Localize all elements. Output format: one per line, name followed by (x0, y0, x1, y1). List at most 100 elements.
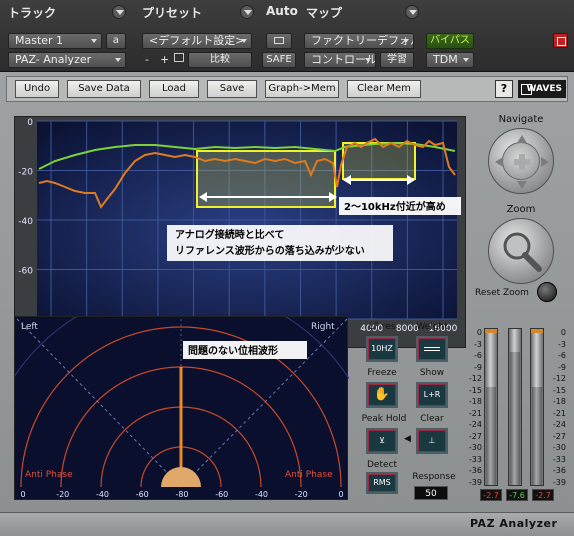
annotation-main-line2: リファレンス波形からの落ち込みが少ない (175, 244, 365, 257)
paz-analyzer-plugin: Undo Save Data Load Save Graph->Mem Clea… (0, 72, 574, 536)
meter-right-readout: -2.7 (532, 489, 554, 501)
response-label: Response (412, 472, 456, 482)
zoom-knob[interactable] (488, 218, 554, 284)
detect-button[interactable]: RMS (366, 472, 398, 494)
chevron-down-icon (91, 39, 97, 43)
meter-left-fill (486, 386, 496, 485)
meter-scale-tick: -27 (468, 431, 482, 441)
flat-line-icon (424, 346, 440, 351)
compare-button[interactable]: 比較 (188, 52, 252, 68)
phase-x-tick: -60 (215, 490, 228, 499)
meter-scale-left: 0 -3 -6 -9 -12 -15 -18 -21 -24 -27 -30 -33 -36 -39 (464, 328, 482, 487)
phase-x-tick: -20 (295, 490, 308, 499)
reset-zoom-label: Reset Zoom (475, 288, 529, 298)
phase-x-tick: -40 (96, 490, 109, 499)
meter-scale-tick: -33 (468, 454, 482, 464)
meter-scale-tick: -12 (468, 374, 482, 384)
lf-res-button[interactable]: 10HZ (366, 336, 398, 362)
y-tick-label: 0 (27, 118, 33, 128)
meter-scale-tick: 0 (476, 328, 482, 337)
clear-icon: ⊥ (428, 436, 436, 445)
graph-to-mem-button[interactable]: Graph->Mem (265, 80, 339, 98)
undo-button[interactable]: Undo (15, 80, 59, 98)
phase-scope[interactable]: Left Right Anti Phase Anti Phase 0 -20 -40… (14, 316, 349, 500)
factory-default-select[interactable]: ファクトリーデフォルト (304, 33, 414, 49)
meter-left-peak (485, 329, 497, 333)
spectrum-graph[interactable]: 0-20-40-60-80 81631621252505001000200040… (14, 116, 466, 348)
preset-minus-button[interactable]: - (145, 53, 149, 66)
lf-res-label: LF res (368, 322, 396, 332)
clear-button[interactable]: ⊥ (416, 428, 448, 454)
anti-phase-left-label: Anti Phase (25, 470, 73, 480)
preset-plus-button[interactable]: + (160, 53, 169, 66)
copy-icon[interactable] (174, 53, 184, 62)
freeze-button[interactable]: ✋ (366, 382, 398, 408)
reset-zoom-button[interactable] (537, 282, 557, 302)
show-button[interactable]: L+R (416, 382, 448, 408)
right-label: Right (311, 322, 335, 332)
zoom-label: Zoom (506, 204, 536, 215)
close-icon[interactable] (553, 33, 568, 48)
meter-scale-tick: -24 (468, 420, 482, 430)
safe-button[interactable]: SAFE (262, 52, 296, 68)
auto-label: Auto (266, 4, 298, 18)
chevron-down-icon (463, 58, 469, 62)
phase-x-tick: -60 (136, 490, 149, 499)
meter-right-fill (532, 386, 542, 485)
plugin-select[interactable]: PAZ- Analyzer (8, 52, 126, 68)
clear-label: Clear (420, 414, 444, 424)
meter-mid-fill (510, 352, 520, 485)
peak-hold-label: Peak Hold (361, 414, 407, 424)
meter-scale-tick: -6 (474, 351, 482, 361)
peak-hold-button[interactable]: ⊻ (366, 428, 398, 454)
response-value[interactable]: 50 (414, 486, 448, 500)
help-button[interactable]: ? (495, 80, 513, 98)
annotation-main-line1: アナログ接続時と比べて (175, 228, 284, 241)
phase-center-dome (161, 467, 201, 487)
meter-left-readout: -2.7 (480, 489, 502, 501)
meter-right (530, 328, 544, 486)
control-select[interactable]: コントロール (304, 52, 376, 68)
detect-label: Detect (366, 460, 397, 470)
preset-select[interactable]: <デフォルト設定> (142, 33, 252, 49)
waves-toolbar: Undo Save Data Load Save Graph->Mem Clea… (6, 76, 568, 102)
chevron-down-icon (403, 39, 409, 43)
track-menu-arrow-icon[interactable] (112, 5, 126, 19)
track-select-value: Master 1 (15, 34, 64, 47)
save-button[interactable]: Save (207, 80, 257, 98)
track-label: トラック (8, 6, 57, 20)
map-menu-arrow-icon[interactable] (405, 5, 419, 19)
meter-scale-tick: -6 (558, 351, 566, 361)
magnifier-icon (503, 232, 542, 272)
phase-x-tick: -80 (175, 490, 188, 499)
automation-window-button[interactable] (266, 33, 292, 49)
preset-menu-arrow-icon[interactable] (240, 5, 254, 19)
meter-scale-tick: -9 (474, 362, 482, 372)
bypass-button[interactable]: バイパス (426, 33, 474, 49)
meter-mid (508, 328, 522, 486)
freeze-label: Freeze (367, 368, 397, 378)
meter-mid-readout: -7.6 (506, 489, 528, 501)
phase-x-tick: -20 (56, 490, 69, 499)
arrow-left-icon: ◀ (404, 434, 411, 444)
weight-button[interactable] (416, 336, 448, 362)
track-suffix-button[interactable]: a (106, 33, 126, 49)
chevron-down-icon (115, 58, 121, 62)
load-button[interactable]: Load (149, 80, 199, 98)
control-panel: LF res 10HZ Weight Freeze ✋ Show L+R Pea… (352, 316, 464, 500)
meter-scale-tick: -27 (552, 431, 566, 441)
track-select[interactable]: Master 1 (8, 33, 102, 49)
meter-scale-tick: -30 (552, 443, 566, 453)
navigate-knob[interactable] (488, 128, 554, 194)
meter-scale-tick: -15 (552, 385, 566, 395)
meter-right-peak (531, 329, 543, 333)
factory-default-value: ファクトリーデフォルト (311, 34, 413, 47)
waves-logo: WAVES (518, 80, 566, 98)
tdm-select[interactable]: TDM (426, 52, 474, 68)
meter-scale-tick: -30 (468, 443, 482, 453)
learn-button[interactable]: 学習 (380, 52, 414, 68)
weight-label: Weight (416, 322, 448, 332)
preset-label: プリセット (142, 6, 203, 20)
clear-mem-button[interactable]: Clear Mem (347, 80, 421, 98)
save-data-button[interactable]: Save Data (67, 80, 141, 98)
